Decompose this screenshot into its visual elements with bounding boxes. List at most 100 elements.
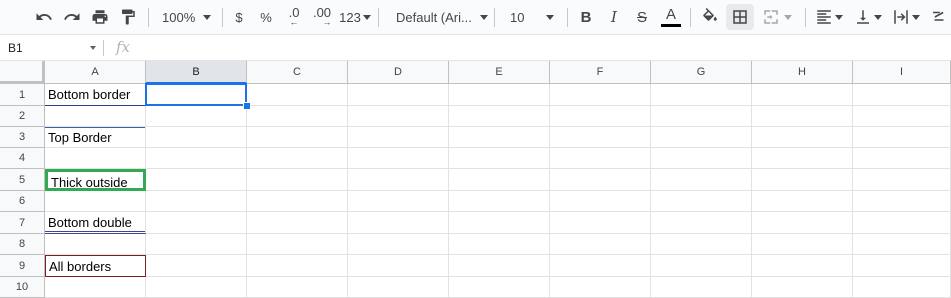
cell-i4[interactable] [853,148,951,169]
cell-d10[interactable] [348,277,449,298]
cell-a6[interactable] [45,191,146,212]
column-header-h[interactable]: H [752,61,853,84]
cell-i2[interactable] [853,106,951,127]
name-box[interactable]: B1 [0,36,102,60]
strikethrough-button[interactable]: S [630,4,654,30]
font-family-select[interactable]: Default (Ari... [388,4,488,30]
cell-h6[interactable] [752,191,853,212]
cell-g5[interactable] [651,169,752,191]
borders-button[interactable] [726,4,754,30]
select-all-corner[interactable] [0,61,45,84]
cell-c9[interactable] [247,255,348,277]
cell-d8[interactable] [348,234,449,255]
column-header-i[interactable]: I [853,61,951,84]
cell-h7[interactable] [752,212,853,234]
cell-e2[interactable] [449,106,550,127]
cell-a4[interactable] [45,148,146,169]
cell-b7[interactable] [146,212,247,234]
cell-h9[interactable] [752,255,853,277]
cell-b5[interactable] [146,169,247,191]
cell-a7[interactable]: Bottom double [45,212,146,234]
cell-f1[interactable] [550,84,651,106]
cell-g2[interactable] [651,106,752,127]
row-header-3[interactable]: 3 [0,127,45,148]
cell-i7[interactable] [853,212,951,234]
cell-e8[interactable] [449,234,550,255]
percent-format-button[interactable]: % [255,4,277,30]
cell-g3[interactable] [651,127,752,148]
merge-cells-button[interactable] [757,4,797,30]
cell-b9[interactable] [146,255,247,277]
cell-b6[interactable] [146,191,247,212]
cell-f10[interactable] [550,277,651,298]
row-header-8[interactable]: 8 [0,234,45,255]
cell-d9[interactable] [348,255,449,277]
cell-a10[interactable] [45,277,146,298]
undo-button[interactable] [31,4,57,30]
cell-e1[interactable] [449,84,550,106]
cell-d5[interactable] [348,169,449,191]
cell-a3[interactable]: Top Border [45,127,146,148]
cell-c2[interactable] [247,106,348,127]
cell-f2[interactable] [550,106,651,127]
column-header-g[interactable]: G [651,61,752,84]
cell-g7[interactable] [651,212,752,234]
zoom-select[interactable]: 100% [156,4,216,30]
cell-f7[interactable] [550,212,651,234]
cell-b4[interactable] [146,148,247,169]
cell-b2[interactable] [146,106,247,127]
cell-i9[interactable] [853,255,951,277]
cell-i5[interactable] [853,169,951,191]
cell-g8[interactable] [651,234,752,255]
cell-i1[interactable] [853,84,951,106]
column-header-e[interactable]: E [449,61,550,84]
increase-decimal-button[interactable]: .00 → [309,4,335,30]
cell-g4[interactable] [651,148,752,169]
cell-a5[interactable]: Thick outside [45,169,146,191]
cell-i10[interactable] [853,277,951,298]
cell-b3[interactable] [146,127,247,148]
cell-h4[interactable] [752,148,853,169]
cell-a8[interactable] [45,234,146,255]
cell-h8[interactable] [752,234,853,255]
cell-e7[interactable] [449,212,550,234]
cell-f4[interactable] [550,148,651,169]
cell-g9[interactable] [651,255,752,277]
more-formats-button[interactable]: 123 [338,4,372,30]
row-header-2[interactable]: 2 [0,106,45,127]
cell-b10[interactable] [146,277,247,298]
cell-c8[interactable] [247,234,348,255]
cell-g1[interactable] [651,84,752,106]
cell-h3[interactable] [752,127,853,148]
cell-d3[interactable] [348,127,449,148]
cell-e10[interactable] [449,277,550,298]
cell-e6[interactable] [449,191,550,212]
row-header-9[interactable]: 9 [0,255,45,277]
column-header-c[interactable]: C [247,61,348,84]
cell-e4[interactable] [449,148,550,169]
cell-h1[interactable] [752,84,853,106]
cell-d6[interactable] [348,191,449,212]
cell-c4[interactable] [247,148,348,169]
row-header-1[interactable]: 1 [0,84,45,106]
row-header-6[interactable]: 6 [0,191,45,212]
cell-c3[interactable] [247,127,348,148]
cell-a9[interactable]: All borders [45,255,146,277]
cell-c6[interactable] [247,191,348,212]
row-header-5[interactable]: 5 [0,169,45,191]
fill-color-button[interactable] [697,4,723,30]
cell-h10[interactable] [752,277,853,298]
cell-i6[interactable] [853,191,951,212]
cell-c5[interactable] [247,169,348,191]
text-color-button[interactable]: A [658,4,684,30]
paint-format-button[interactable] [115,4,141,30]
cell-f5[interactable] [550,169,651,191]
column-header-f[interactable]: F [550,61,651,84]
cell-b1[interactable] [146,84,247,106]
row-header-4[interactable]: 4 [0,148,45,169]
decrease-decimal-button[interactable]: .0 ← [282,4,306,30]
cell-h2[interactable] [752,106,853,127]
cell-d4[interactable] [348,148,449,169]
cell-f6[interactable] [550,191,651,212]
cell-a2[interactable] [45,106,146,127]
